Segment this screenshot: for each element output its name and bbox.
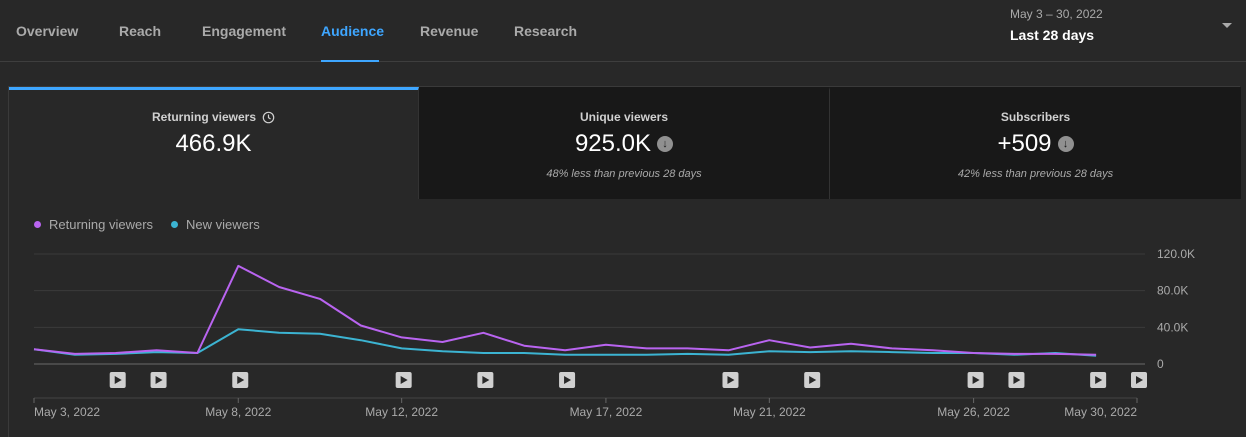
video-play-icon[interactable] (395, 372, 412, 388)
x-tick-label: May 21, 2022 (733, 405, 806, 419)
date-range-label: Last 28 days (1010, 27, 1095, 43)
line-chart: 0 40.0K 80.0K 120.0K May 3, 2022 May 8, 2022… (33, 247, 1195, 419)
y-tick-label: 120.0K (1157, 247, 1195, 261)
video-play-icon[interactable] (150, 372, 167, 388)
metric-comparison-note: 48% less than previous 28 days (546, 168, 702, 180)
arrow-down-icon: ↓ (657, 136, 674, 152)
video-play-icon[interactable] (967, 372, 984, 388)
y-tick-label: 80.0K (1157, 284, 1188, 298)
video-play-icon[interactable] (1008, 372, 1025, 388)
metric-value: 466.9K (175, 130, 252, 157)
metric-label: Unique viewers (579, 110, 669, 124)
x-tick-label: May 26, 2022 (937, 405, 1010, 419)
metric-comparison-note: 42% less than previous 28 days (957, 168, 1114, 180)
video-play-icon[interactable] (109, 372, 126, 388)
chart-area: Returning viewers New viewers 0 40.0K 80.0… (9, 199, 1241, 437)
x-tick-label: May 30, 2022 (1064, 405, 1137, 419)
video-play-icon[interactable] (722, 372, 739, 388)
metric-value: +509 (997, 130, 1052, 157)
tab-revenue[interactable]: Revenue (379, 0, 514, 62)
video-play-icon[interactable] (477, 372, 494, 388)
x-tick-label: May 3, 2022 (34, 405, 100, 419)
video-play-icon[interactable] (1131, 372, 1147, 388)
video-play-icon[interactable] (804, 372, 821, 388)
tab-engagement[interactable]: Engagement (186, 0, 305, 62)
audience-card: Returning viewers 466.9K Unique viewers … (8, 86, 1241, 437)
dropdown-caret-icon[interactable] (1222, 23, 1232, 28)
x-tick-label: May 8, 2022 (205, 405, 271, 419)
tab-reach[interactable]: Reach (103, 0, 186, 62)
tab-bar: Overview Reach Engagement Audience Reven… (0, 0, 594, 62)
series-line-returning-viewers (33, 264, 1097, 356)
date-range-selector[interactable]: May 3 – 30, 2022 Last 28 days (1010, 7, 1236, 47)
metric-value: 925.0K (574, 130, 652, 157)
metric-tabs: Returning viewers 466.9K Unique viewers … (9, 87, 1241, 199)
y-tick-label: 0 (1157, 357, 1164, 371)
top-bar: Overview Reach Engagement Audience Reven… (0, 0, 1246, 62)
date-range-text: May 3 – 30, 2022 (1010, 7, 1103, 21)
arrow-down-icon: ↓ (1057, 136, 1074, 152)
metric-label: Subscribers (1000, 110, 1071, 124)
metric-label: Returning viewers (151, 110, 257, 124)
video-play-icon[interactable] (232, 372, 249, 388)
tab-audience[interactable]: Audience (321, 0, 384, 62)
y-tick-label: 40.0K (1157, 320, 1188, 334)
x-tick-label: May 12, 2022 (365, 405, 438, 419)
metric-unique-viewers[interactable]: Unique viewers 925.0K ↓ 48% less than pr… (419, 87, 830, 199)
metric-returning-viewers[interactable]: Returning viewers 466.9K (9, 87, 419, 199)
video-play-icon[interactable] (559, 372, 576, 388)
tab-research[interactable]: Research (514, 0, 594, 62)
video-play-icon[interactable] (1090, 372, 1107, 388)
metric-subscribers[interactable]: Subscribers +509 ↓ 42% less than previou… (830, 87, 1241, 199)
x-tick-label: May 17, 2022 (570, 405, 643, 419)
tab-overview[interactable]: Overview (0, 0, 103, 62)
clock-icon[interactable] (262, 111, 275, 124)
